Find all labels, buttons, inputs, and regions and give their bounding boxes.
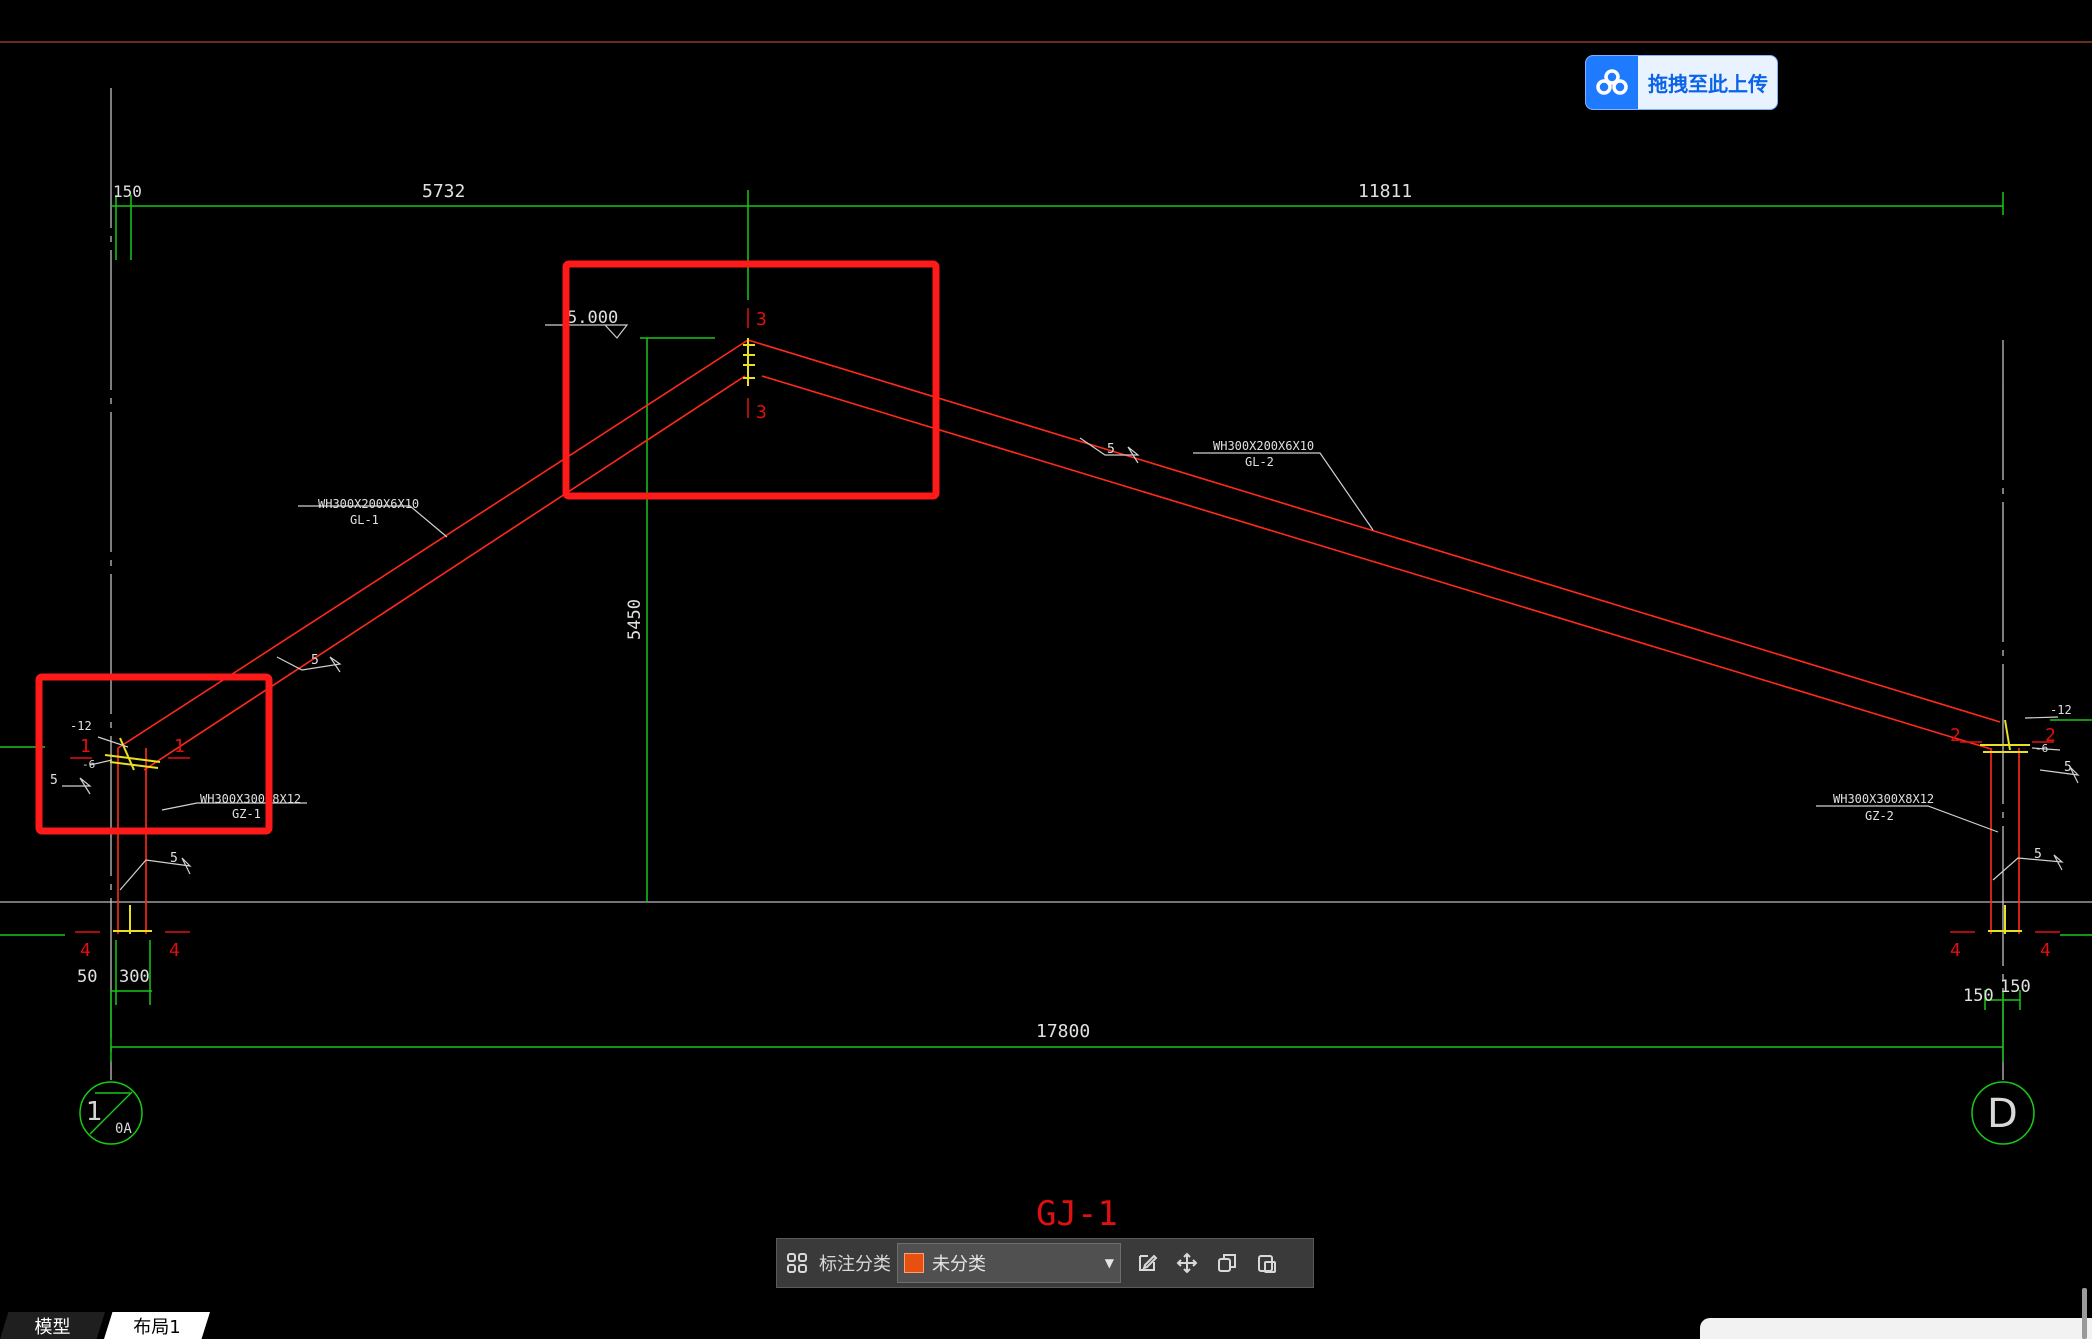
section-mark: 4 [80, 940, 91, 961]
height-dim-5450: 5450 [625, 599, 645, 640]
dim-150-right-a: 150 [1963, 986, 1994, 1006]
weld-label: 5 [50, 773, 58, 788]
category-dropdown[interactable]: 未分类 ▼ [897, 1243, 1121, 1283]
section-mark: 4 [2040, 940, 2051, 961]
edit-icon[interactable] [1127, 1239, 1167, 1287]
category-value: 未分类 [932, 1254, 986, 1275]
member-gz2-tag: GZ-2 [1865, 809, 1894, 823]
category-label: 标注分类 [819, 1254, 891, 1275]
section-mark: 3 [756, 402, 767, 423]
annotation-toolbar: 标注分类 未分类 ▼ [776, 1238, 1314, 1288]
member-gl2-section: WH300X200X6X10 [1213, 439, 1314, 453]
dim-300: 300 [119, 967, 150, 987]
section-mark: 2 [1950, 725, 1961, 746]
member-gz2-section: WH300X300X8X12 [1833, 792, 1934, 806]
dim-150-left: 150 [113, 182, 142, 201]
plate-label: -6 [82, 758, 95, 771]
section-mark: 1 [174, 736, 185, 757]
paste-icon[interactable] [1247, 1239, 1287, 1287]
member-gl2-tag: GL-2 [1245, 455, 1274, 469]
cad-canvas[interactable]: 150 5732 11811 50 300 17800 150 150 5.00… [0, 0, 2092, 1339]
cloud-upload-icon [1586, 56, 1638, 109]
drawing-title: GJ-1 [1036, 1194, 1118, 1234]
section-mark: 4 [1950, 940, 1961, 961]
weld-label: 5 [311, 653, 319, 668]
section-mark: 2 [2045, 725, 2056, 746]
copy-icon[interactable] [1207, 1239, 1247, 1287]
dim-17800: 17800 [1036, 1021, 1090, 1042]
category-color-swatch [904, 1253, 924, 1273]
dim-150-right-b: 150 [2000, 977, 2031, 997]
section-mark: 3 [756, 309, 767, 330]
member-gl1-tag: GL-1 [350, 513, 379, 527]
plate-label: -12 [70, 719, 92, 733]
member-gz1-tag: GZ-1 [232, 807, 261, 821]
section-mark: 4 [169, 940, 180, 961]
weld-label: 5 [1107, 442, 1115, 457]
move-icon[interactable] [1167, 1239, 1207, 1287]
axis-sub-0A: 0A [115, 1121, 132, 1137]
dim-11811: 11811 [1358, 181, 1412, 202]
system-tray [1700, 1318, 2092, 1339]
tab-layout1[interactable]: 布局1 [104, 1312, 210, 1339]
upload-button[interactable]: 拖拽至此上传 [1585, 55, 1778, 110]
scrollbar[interactable] [2082, 1288, 2087, 1339]
dim-50: 50 [77, 967, 97, 987]
chevron-down-icon: ▼ [1104, 1256, 1114, 1270]
weld-label: 5 [2034, 847, 2042, 862]
tab-model[interactable]: 模型 [0, 1312, 105, 1339]
member-gz1-section: WH300X300X8X12 [200, 792, 301, 806]
grid-icon[interactable] [777, 1239, 817, 1287]
section-mark: 1 [80, 736, 91, 757]
plate-label: -12 [2050, 703, 2072, 717]
axis-label-1: 1 [86, 1097, 103, 1127]
weld-label: 5 [2064, 760, 2072, 775]
weld-label: 5 [170, 851, 178, 866]
dim-5732: 5732 [422, 181, 465, 202]
axis-label-D: D [1987, 1091, 2018, 1137]
member-gl1-section: WH300X200X6X10 [318, 497, 419, 511]
upload-button-label: 拖拽至此上传 [1648, 72, 1768, 96]
